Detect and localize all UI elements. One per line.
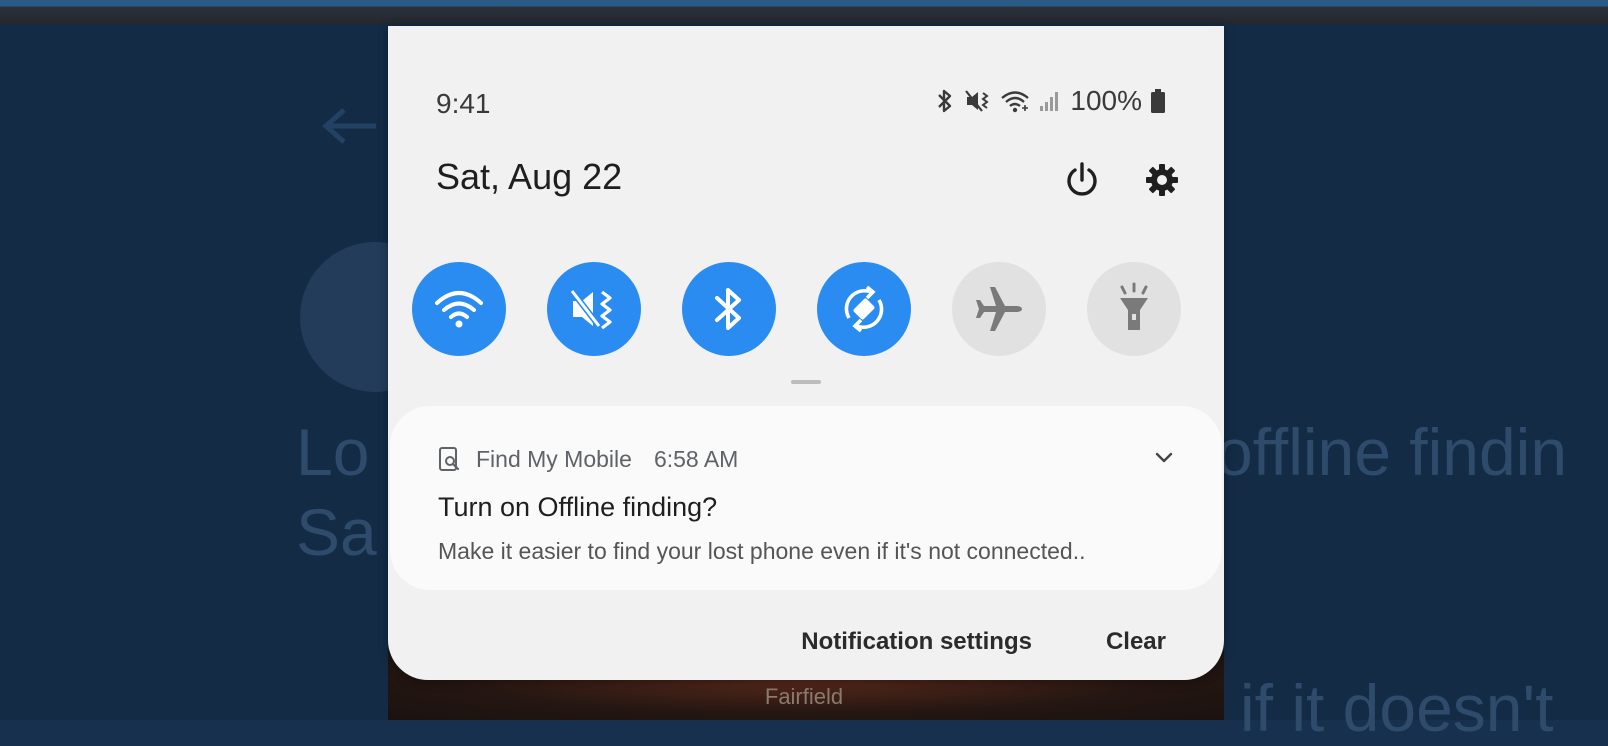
notification-settings-button[interactable]: Notification settings bbox=[801, 628, 1032, 656]
background-heading-right: offline findin bbox=[1216, 415, 1568, 489]
tile-bluetooth[interactable] bbox=[682, 262, 776, 356]
airplane-icon bbox=[976, 287, 1022, 331]
notification-title: Turn on Offline finding? bbox=[438, 492, 718, 522]
tile-airplane[interactable] bbox=[952, 262, 1046, 356]
notification-card[interactable]: Find My Mobile 6:58 AM Turn on Offline f… bbox=[390, 406, 1222, 590]
vibrate-icon bbox=[569, 289, 612, 330]
bluetooth-icon bbox=[938, 89, 952, 113]
signal-icon bbox=[1040, 92, 1059, 111]
panel-drag-handle[interactable] bbox=[791, 380, 821, 384]
date-label: Sat, Aug 22 bbox=[436, 156, 623, 197]
power-button[interactable] bbox=[1060, 158, 1104, 202]
status-time: 9:41 bbox=[436, 88, 491, 119]
background-city: Fairfield bbox=[764, 684, 844, 709]
settings-button[interactable] bbox=[1140, 158, 1184, 202]
expand-notification-button[interactable] bbox=[1150, 444, 1178, 472]
tile-wifi[interactable] bbox=[412, 262, 506, 356]
battery-percent: 100% bbox=[1070, 85, 1142, 116]
notification-app-name: Find My Mobile bbox=[476, 445, 632, 472]
notification-body: Make it easier to find your lost phone e… bbox=[438, 538, 1086, 564]
tile-mute[interactable] bbox=[547, 262, 641, 356]
notification-shade: 9:41 100% Sat, Aug 22 Find My Mobile 6:5… bbox=[388, 26, 1224, 680]
shade-actions: Notification settings Clear bbox=[801, 628, 1166, 656]
tile-flashlight[interactable] bbox=[1087, 262, 1181, 356]
flashlight-icon bbox=[1120, 282, 1148, 330]
background-heading-left-2: Sa bbox=[296, 495, 377, 569]
chevron-down-icon bbox=[1155, 452, 1173, 463]
window-top-bar bbox=[0, 0, 1608, 24]
battery-icon bbox=[1151, 89, 1165, 113]
wifi-icon bbox=[1001, 91, 1030, 113]
tile-auto-rotate[interactable] bbox=[817, 262, 911, 356]
status-icons: 100% bbox=[934, 85, 1166, 116]
back-arrow-icon bbox=[322, 108, 376, 144]
gear-icon bbox=[1146, 164, 1178, 196]
find-my-mobile-icon bbox=[439, 447, 460, 471]
auto-rotate-icon bbox=[844, 285, 884, 333]
clear-button[interactable]: Clear bbox=[1106, 628, 1166, 656]
background-heading-left: Lo bbox=[296, 415, 370, 489]
notification-time: 6:58 AM bbox=[653, 445, 739, 472]
power-icon bbox=[1067, 162, 1097, 196]
mute-vibrate-icon bbox=[965, 90, 990, 112]
bluetooth-icon bbox=[715, 288, 741, 330]
notification-header: Find My Mobile 6:58 AM bbox=[438, 444, 738, 474]
wifi-icon bbox=[435, 291, 483, 328]
quick-settings-row bbox=[412, 262, 1202, 358]
